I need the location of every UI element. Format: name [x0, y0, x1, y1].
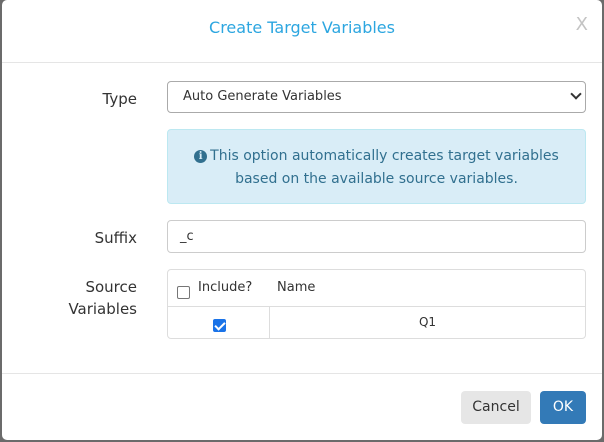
type-select[interactable]: Auto Generate Variables: [167, 81, 586, 113]
ok-button[interactable]: OK: [540, 391, 586, 424]
dialog-header: Create Target Variables X: [2, 0, 602, 63]
type-select-value: Auto Generate Variables: [183, 89, 342, 104]
source-variables-label: Source Variables: [68, 276, 137, 320]
header-name: Name: [277, 280, 316, 295]
source-label-line-2: Variables: [68, 300, 137, 318]
info-alert: i This option automatically creates targe…: [167, 129, 586, 204]
info-line-1: i This option automatically creates targe…: [168, 145, 585, 168]
select-all-checkbox[interactable]: [177, 286, 190, 299]
include-checkbox[interactable]: [213, 319, 226, 332]
variable-name: Q1: [418, 315, 437, 329]
header-include: Include?: [198, 280, 253, 295]
close-button[interactable]: X: [576, 16, 588, 34]
info-text-1: This option automatically creates target…: [210, 148, 559, 164]
chevron-down-icon: [570, 88, 582, 100]
suffix-input[interactable]: _c: [167, 220, 586, 253]
source-label-line-1: Source: [85, 278, 137, 296]
suffix-label: Suffix: [94, 229, 137, 247]
dialog-title: Create Target Variables: [209, 18, 395, 37]
table-row: Q1: [168, 307, 585, 338]
source-variables-table: Include? Name Q1: [167, 269, 586, 339]
dialog-footer: Cancel OK: [2, 373, 602, 440]
info-icon: i: [194, 150, 208, 163]
cancel-button[interactable]: Cancel: [461, 391, 531, 424]
info-text-2: based on the available source variables.: [235, 171, 518, 187]
type-label: Type: [102, 90, 137, 108]
table-header-row: Include? Name: [168, 270, 585, 307]
create-target-variables-dialog: Create Target Variables X Type Auto Gene…: [2, 0, 602, 440]
